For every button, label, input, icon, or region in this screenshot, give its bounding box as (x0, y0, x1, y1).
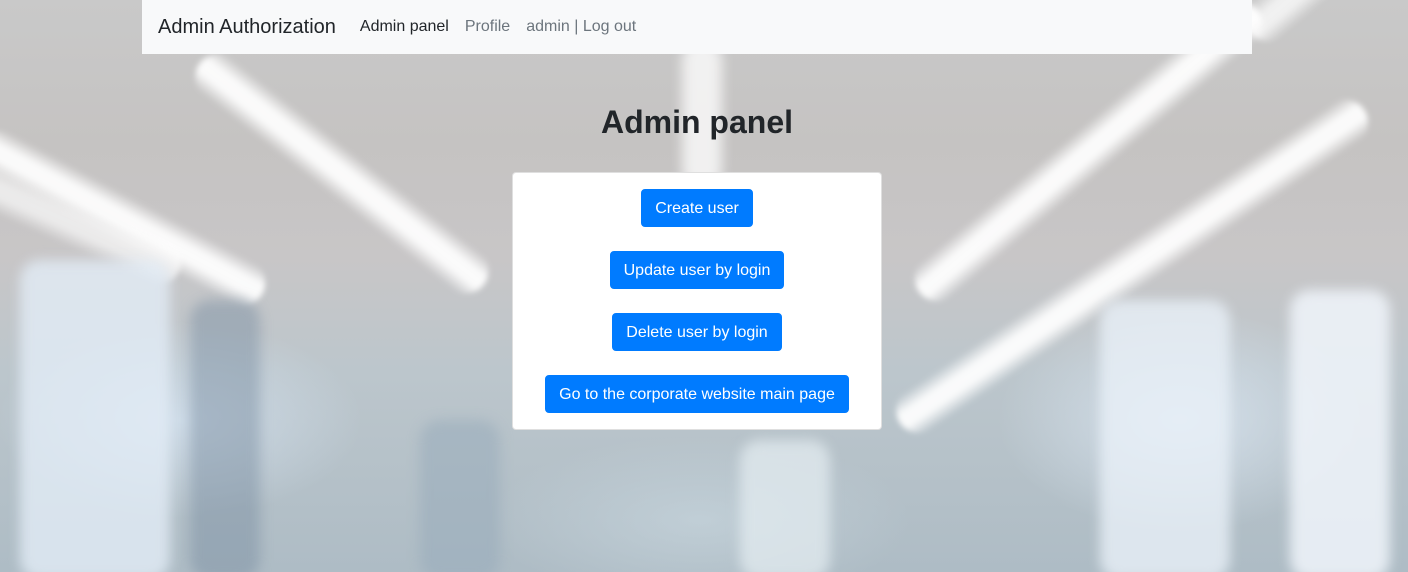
admin-actions-card: Create user Update user by login Delete … (512, 172, 882, 430)
nav-link-profile[interactable]: Profile (465, 18, 510, 36)
corporate-website-button[interactable]: Go to the corporate website main page (545, 375, 849, 413)
top-navbar: Admin Authorization Admin panel Profile … (142, 0, 1252, 54)
navbar-brand[interactable]: Admin Authorization (158, 16, 336, 39)
nav-link-admin-panel[interactable]: Admin panel (360, 18, 449, 36)
nav-link-logout[interactable]: admin | Log out (526, 18, 636, 36)
delete-user-button[interactable]: Delete user by login (612, 313, 782, 351)
page-title: Admin panel (600, 104, 793, 140)
update-user-button[interactable]: Update user by login (609, 251, 785, 289)
create-user-button[interactable]: Create user (641, 189, 753, 227)
